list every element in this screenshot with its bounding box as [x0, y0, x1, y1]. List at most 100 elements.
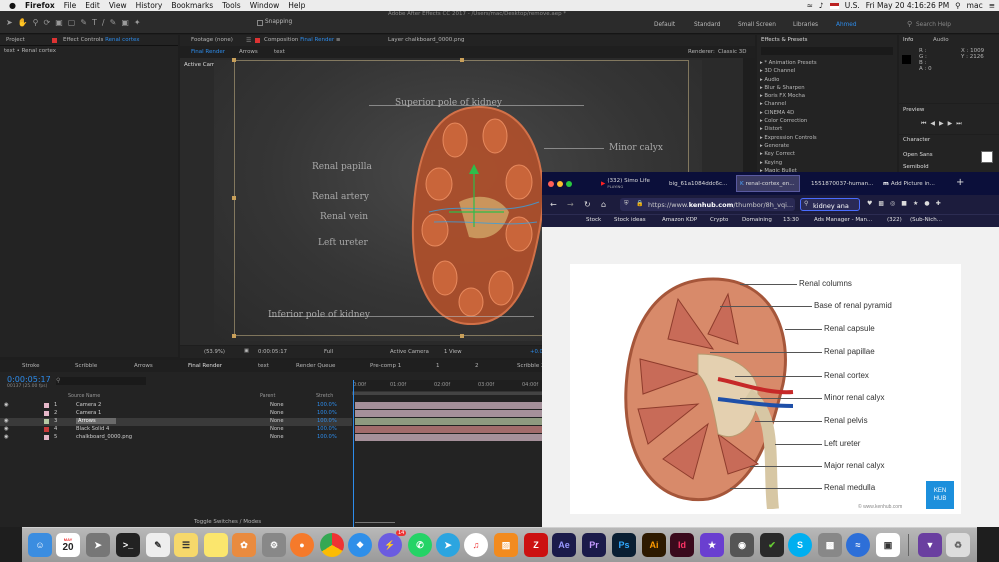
fill-color-swatch[interactable] [981, 151, 993, 163]
effects-item[interactable]: ▸ Expression Controls [760, 134, 817, 142]
quality-select[interactable]: Full [324, 349, 333, 355]
tab-text[interactable]: text [258, 363, 269, 369]
tab-scribble-2[interactable]: Scribble 2 [517, 363, 544, 369]
chrome-icon[interactable] [320, 533, 344, 557]
wifi-icon[interactable]: ≈ [807, 1, 813, 10]
eye-icon[interactable]: ◉ [4, 418, 9, 424]
playback-controls[interactable]: ⏮◀▶▶⏭ [921, 120, 966, 128]
timecode[interactable]: 0:00:05:17 [7, 375, 51, 384]
header-stretch[interactable]: Stretch [316, 394, 333, 399]
views-select[interactable]: 1 View [444, 349, 462, 355]
kidney-anatomy-figure[interactable]: Renal columns Base of renal pyramid Rena… [570, 264, 961, 514]
close-window-button[interactable] [548, 181, 554, 187]
zoom-value[interactable]: (53.9%) [204, 349, 225, 355]
camera-snapshot-icon[interactable]: ▣ [244, 348, 249, 354]
menu-list-icon[interactable]: ≡ [989, 1, 995, 10]
tab-stroke[interactable]: Stroke [22, 363, 40, 369]
premiere-icon[interactable]: Pr [582, 533, 606, 557]
tab-final-render[interactable]: Final Render [188, 363, 222, 369]
effects-item[interactable]: ▸ Audio [760, 76, 817, 84]
workspace-libraries[interactable]: Libraries [793, 22, 818, 28]
layer-row[interactable]: ◉ 4 Black Solid 4 None 100.0% [0, 426, 352, 434]
parent-select[interactable]: None [270, 402, 284, 408]
bounds-handle[interactable] [232, 58, 236, 62]
system-preferences-icon[interactable]: ⚙ [262, 533, 286, 557]
whatsapp-icon[interactable]: ✆ [408, 533, 432, 557]
label-color[interactable] [44, 427, 49, 432]
workspace-ahmed[interactable]: Ahmed [836, 22, 857, 28]
time-ruler[interactable]: 0:00f 01:00f 02:00f 03:00f 04:00f [352, 380, 543, 392]
layer-duration-bar[interactable] [355, 418, 543, 425]
safari-icon[interactable]: ❖ [348, 533, 372, 557]
input-locale[interactable]: U.S. [845, 1, 860, 10]
layer-row[interactable]: ◉ 5 chalkboard_0000.png None 100.0% [0, 434, 352, 442]
exposure-offset[interactable]: +0.0 [530, 349, 543, 355]
stretch-value[interactable]: 100.0% [317, 402, 337, 408]
star-app-icon[interactable]: ★ [700, 533, 724, 557]
minimize-window-button[interactable] [557, 181, 563, 187]
parent-select[interactable]: None [270, 418, 284, 424]
camera-select[interactable]: Active Camera [390, 349, 429, 355]
tab-info[interactable]: Info [903, 37, 913, 43]
layer-row[interactable]: ◉ 1 Camera 2 None 100.0% [0, 402, 352, 410]
tab-2[interactable]: 2 [475, 363, 479, 369]
timeline-zoom-slider[interactable] [355, 522, 395, 523]
effects-item[interactable]: ▸ Channel [760, 100, 817, 108]
menu-history[interactable]: History [136, 1, 163, 10]
search-help-input[interactable]: Search Help [916, 22, 951, 28]
stretch-value[interactable]: 100.0% [317, 434, 337, 440]
calendar-icon[interactable]: MAY 20 [56, 533, 80, 557]
terminal-icon[interactable]: >_ [116, 533, 140, 557]
effects-item[interactable]: ▸ Boris FX Mocha [760, 92, 817, 100]
wifi-app-icon[interactable]: ≈ [846, 533, 870, 557]
effects-item[interactable]: ▸ * Animation Presets [760, 59, 817, 67]
layer-row-selected[interactable]: ◉ 3 Arrows None 100.0% [0, 418, 352, 426]
effects-item[interactable]: ▸ CINEMA 4D [760, 109, 817, 117]
browser-tab[interactable]: big_61a1084ddc6c... [666, 175, 734, 192]
messenger-icon[interactable]: ⚡ [378, 533, 402, 557]
launchpad-icon[interactable]: ➤ [86, 533, 110, 557]
indesign-icon[interactable]: Id [670, 533, 694, 557]
bookmark[interactable]: 13:30 [783, 217, 799, 223]
tab-effect-controls[interactable]: Effect Controls Renal cortex [63, 37, 140, 43]
effects-item[interactable]: ▸ Distort [760, 125, 817, 133]
header-source-name[interactable]: Source Name [68, 394, 100, 399]
music-icon[interactable]: ♫ [464, 533, 488, 557]
stretch-value[interactable]: 100.0% [317, 410, 337, 416]
effects-item[interactable]: ▸ Generate [760, 142, 817, 150]
stretch-value[interactable]: 100.0% [317, 418, 337, 424]
workspace-standard[interactable]: Standard [694, 22, 720, 28]
volume-icon[interactable]: ♪ [819, 1, 824, 10]
parent-select[interactable]: None [270, 410, 284, 416]
stretch-value[interactable]: 100.0% [317, 426, 337, 432]
tab-1[interactable]: 1 [436, 363, 440, 369]
extension-icons[interactable]: ♥▩◎■★●✚ [867, 200, 995, 209]
telegram-icon[interactable]: ➤ [436, 533, 460, 557]
subtab-final-render[interactable]: Final Render [191, 49, 225, 55]
tab-composition[interactable]: Composition Final Render ≡ [264, 37, 340, 43]
tab-footage[interactable]: Footage (none) [191, 37, 233, 43]
preview-icon[interactable]: ▣ [876, 533, 900, 557]
user-name[interactable]: mac [967, 1, 983, 10]
firefox-icon[interactable]: ● [290, 533, 314, 557]
font-family-select[interactable]: Open Sans [903, 152, 933, 158]
menu-window[interactable]: Window [250, 1, 280, 10]
shield-icon[interactable]: ⛨ [624, 200, 629, 208]
renderer-value[interactable]: Classic 3D [718, 49, 747, 55]
menu-tools[interactable]: Tools [222, 1, 240, 10]
new-tab-button[interactable]: + [956, 177, 964, 188]
menu-app-name[interactable]: Firefox [25, 1, 55, 10]
camera-app-icon[interactable]: ◉ [730, 533, 754, 557]
parent-select[interactable]: None [270, 434, 284, 440]
menu-file[interactable]: File [64, 1, 77, 10]
tool-icons[interactable]: ➤✋⚲⟳▣▢✎T∕✎▣✦ [6, 18, 196, 27]
menu-help[interactable]: Help [288, 1, 305, 10]
filezilla-icon[interactable]: Z [524, 533, 548, 557]
home-icon[interactable]: ⌂ [601, 200, 606, 209]
layer-duration-bar[interactable] [355, 410, 543, 417]
label-color[interactable] [44, 419, 49, 424]
effects-item[interactable]: ▸ Keying [760, 159, 817, 167]
tab-render-queue[interactable]: Render Queue [296, 363, 335, 369]
after-effects-icon[interactable]: Ae [552, 533, 576, 557]
apple-icon[interactable]: ● [9, 1, 16, 10]
